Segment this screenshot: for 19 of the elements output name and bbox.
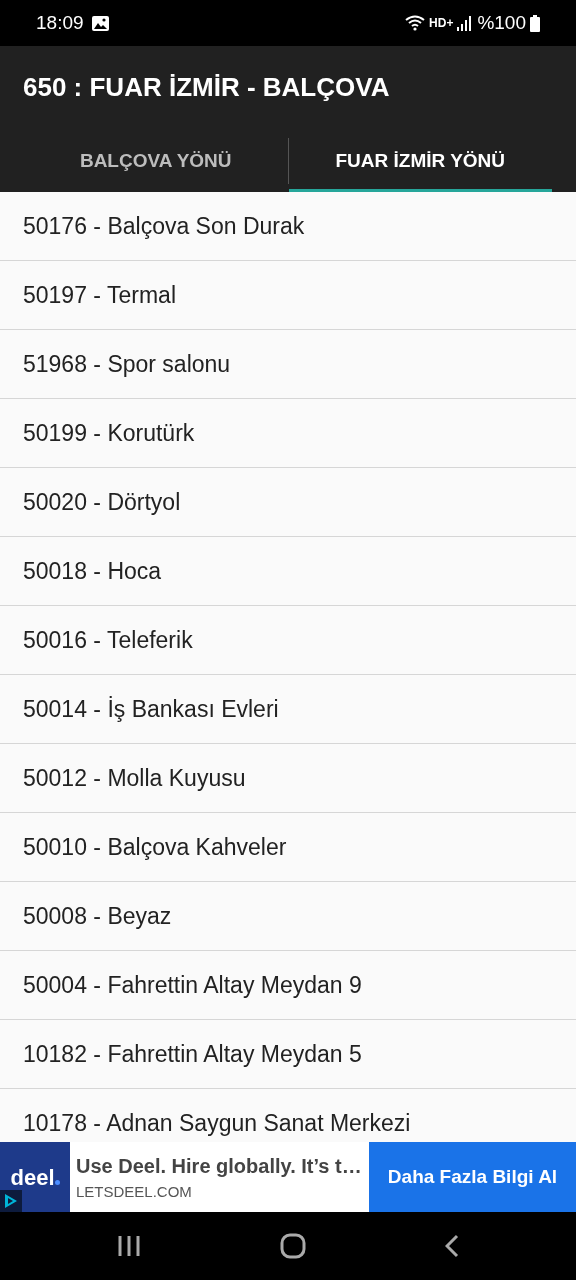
ad-logo: deel (10, 1163, 55, 1192)
ad-cta-button[interactable]: Daha Fazla Bilgi Al (369, 1142, 576, 1212)
image-icon (91, 15, 109, 31)
ad-domain: LETSDEEL.COM (76, 1181, 193, 1202)
back-icon[interactable] (444, 1234, 459, 1258)
app-title: 650 : FUAR İZMİR - BALÇOVA (23, 72, 390, 104)
direction-tab[interactable]: BALÇOVA YÖNÜ (24, 130, 288, 192)
battery-percent: %100 (477, 10, 526, 35)
battery-icon (530, 14, 540, 32)
direction-tab[interactable]: FUAR İZMİR YÖNÜ (288, 130, 552, 192)
signal-icon (457, 15, 474, 31)
ad-choices-icon[interactable] (0, 1190, 22, 1212)
wifi-icon (405, 15, 426, 31)
dot-icon (54, 1179, 60, 1185)
home-icon[interactable] (280, 1233, 306, 1259)
status-time: 18:09 (36, 10, 84, 35)
network-type: HD+ (429, 15, 454, 32)
ad-headline[interactable]: Use Deel. Hire globally. It’s t… (76, 1150, 369, 1181)
recent-apps-icon[interactable] (117, 1235, 142, 1257)
